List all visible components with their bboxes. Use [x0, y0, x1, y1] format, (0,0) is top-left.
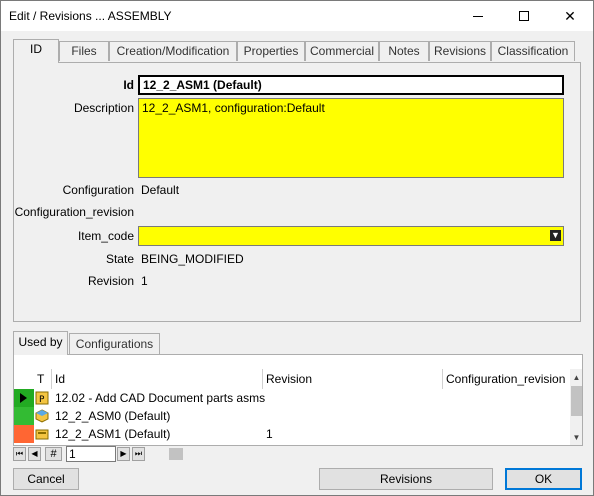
header-type[interactable]: T — [34, 369, 52, 389]
row-status-indicator — [14, 389, 34, 407]
tab-revisions[interactable]: Revisions — [429, 41, 491, 61]
configuration-value: Default — [141, 183, 180, 197]
tab-files[interactable]: Files — [59, 41, 109, 61]
revision-value: 1 — [141, 274, 148, 288]
scroll-down-icon[interactable]: ▼ — [570, 431, 582, 445]
row-config-revision — [443, 407, 570, 425]
ok-button[interactable]: OK — [505, 468, 582, 490]
tab-creation-modification[interactable]: Creation/Modification — [109, 41, 237, 61]
last-record-button[interactable]: ⏭ — [132, 447, 145, 461]
minimize-button[interactable] — [455, 1, 501, 31]
prev-record-button[interactable]: ◀ — [28, 447, 41, 461]
assembly-icon — [35, 409, 49, 423]
id-label: Id — [123, 78, 134, 92]
tab-configurations[interactable]: Configurations — [69, 333, 160, 354]
close-button[interactable]: ✕ — [547, 1, 593, 31]
record-number-label: # — [45, 447, 62, 461]
table-row[interactable]: 12_2_ASM1 (Default) 1 — [14, 425, 570, 443]
description-label: Description — [73, 101, 134, 115]
row-revision — [263, 407, 443, 425]
row-id: 12_2_ASM1 (Default) — [55, 427, 171, 441]
record-navigator: ⏮ ◀ # 1 ▶ ⏭ — [13, 446, 583, 462]
scroll-thumb[interactable] — [571, 386, 582, 416]
id-field[interactable]: 12_2_ASM1 (Default) — [138, 75, 564, 95]
grid-horizontal-scrollbar[interactable] — [155, 447, 571, 461]
revision-label: Revision — [87, 274, 134, 288]
state-value: BEING_MODIFIED — [141, 252, 244, 266]
tab-classification[interactable]: Classification — [491, 41, 575, 61]
row-status-indicator — [14, 425, 34, 443]
description-field[interactable]: 12_2_ASM1, configuration:Default — [138, 98, 564, 178]
header-revision[interactable]: Revision — [263, 369, 443, 389]
grid-vertical-scrollbar[interactable]: ▲ ▼ — [570, 369, 582, 445]
row-revision — [263, 389, 443, 407]
header-configuration-revision[interactable]: Configuration_revision — [443, 369, 570, 389]
edit-revisions-dialog: Edit / Revisions ... ASSEMBLY ✕ ID Files… — [0, 0, 594, 496]
tab-notes[interactable]: Notes — [379, 41, 429, 61]
grid-header: T Id Revision Configuration_revision — [14, 369, 570, 389]
item-code-combo[interactable]: ▼ — [138, 226, 564, 246]
row-config-revision — [443, 389, 570, 407]
window-title: Edit / Revisions ... ASSEMBLY — [9, 9, 172, 23]
header-id[interactable]: Id — [52, 369, 263, 389]
tab-id[interactable]: ID — [13, 39, 59, 63]
dropdown-arrow-icon[interactable]: ▼ — [550, 230, 561, 241]
maximize-icon — [519, 11, 529, 21]
minimize-icon — [473, 15, 483, 17]
maximize-button[interactable] — [501, 1, 547, 31]
state-label: State — [105, 252, 134, 266]
row-id: 12_2_ASM0 (Default) — [55, 409, 171, 423]
title-bar[interactable]: Edit / Revisions ... ASSEMBLY ✕ — [1, 1, 593, 31]
revisions-button[interactable]: Revisions — [319, 468, 493, 490]
row-id: 12.02 - Add CAD Document parts asms — [55, 391, 266, 405]
next-record-button[interactable]: ▶ — [117, 447, 130, 461]
tab-properties[interactable]: Properties — [237, 41, 305, 61]
table-row[interactable]: P 12.02 - Add CAD Document parts asms — [14, 389, 570, 407]
record-input[interactable]: 1 — [66, 446, 116, 462]
row-config-revision — [443, 425, 570, 443]
part-icon — [35, 429, 49, 440]
table-row[interactable]: 12_2_ASM0 (Default) — [14, 407, 570, 425]
row-pointer-icon — [20, 393, 27, 403]
configuration-revision-label: Configuration_revision — [14, 205, 134, 219]
horizontal-scroll-thumb[interactable] — [169, 448, 183, 460]
item-code-label: Item_code — [77, 229, 134, 243]
tab-used-by[interactable]: Used by — [13, 331, 68, 355]
document-p-icon: P — [35, 391, 49, 405]
svg-text:P: P — [39, 395, 45, 405]
configuration-label: Configuration — [62, 183, 134, 197]
scroll-up-icon[interactable]: ▲ — [570, 371, 582, 385]
first-record-button[interactable]: ⏮ — [13, 447, 26, 461]
row-status-indicator — [14, 407, 34, 425]
used-by-grid: T Id Revision Configuration_revision P 1… — [13, 354, 583, 446]
row-revision: 1 — [266, 427, 273, 441]
tab-commercial[interactable]: Commercial — [305, 41, 379, 61]
header-indicator — [14, 369, 34, 389]
close-icon: ✕ — [564, 7, 576, 24]
cancel-button[interactable]: Cancel — [13, 468, 79, 490]
